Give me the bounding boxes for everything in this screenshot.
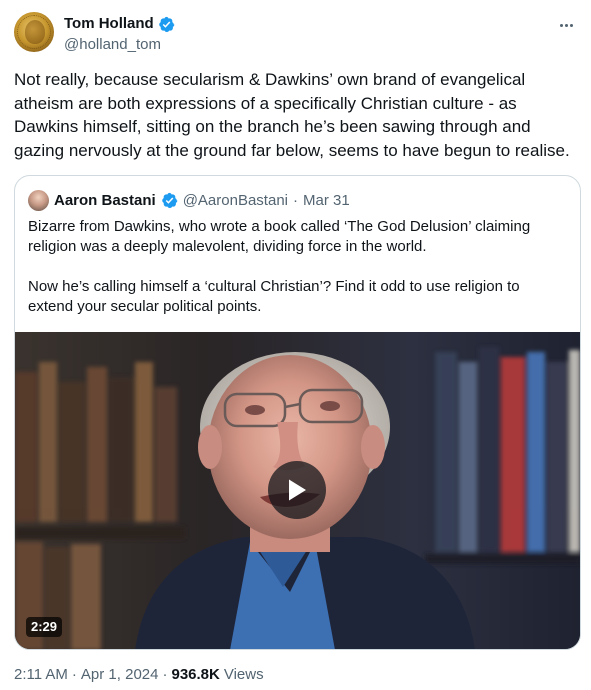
quoted-paragraph: Now he’s calling himself a ‘cultural Chr… — [28, 278, 520, 315]
verified-badge-icon — [158, 16, 175, 32]
author-name-row[interactable]: Tom Holland — [64, 14, 175, 34]
meta-separator: · — [162, 666, 168, 683]
tweet-meta: 2:11 AM · Apr 1, 2024 · 936.8K Views — [14, 665, 264, 685]
video-duration-badge: 2:29 — [26, 617, 63, 637]
author-display-name[interactable]: Tom Holland — [64, 14, 154, 34]
quoted-tweet-text: Bizarre from Dawkins, who wrote a book c… — [28, 217, 568, 337]
tweet-header: Tom Holland @holland_tom — [14, 12, 577, 56]
coin-face — [25, 20, 45, 44]
quoted-author-handle: @AaronBastani — [182, 191, 288, 209]
views-label[interactable]: Views — [224, 665, 264, 685]
tweet-date[interactable]: Apr 1, 2024 — [81, 665, 159, 685]
quoted-tweet-header: Aaron Bastani @AaronBastani · Mar 31 — [28, 189, 350, 211]
quoted-verified-badge-icon — [161, 192, 178, 208]
video-player[interactable]: 2:29 — [15, 332, 580, 649]
author-name-block: Tom Holland @holland_tom — [64, 14, 175, 55]
more-options-icon[interactable] — [555, 16, 577, 34]
quoted-author-name: Aaron Bastani — [54, 191, 156, 209]
views-count[interactable]: 936.8K — [171, 665, 219, 685]
quoted-tweet[interactable]: Aaron Bastani @AaronBastani · Mar 31 Biz… — [14, 175, 581, 650]
play-icon — [289, 479, 306, 501]
quoted-date-separator: · — [293, 191, 298, 209]
tweet-text: Not really, because secularism & Dawkins… — [14, 70, 570, 160]
tweet: Tom Holland @holland_tom Not really, bec… — [0, 0, 591, 690]
quoted-author-avatar — [28, 189, 49, 211]
quoted-paragraph: Bizarre from Dawkins, who wrote a book c… — [28, 218, 531, 255]
quoted-date: Mar 31 — [303, 191, 350, 209]
meta-separator: · — [71, 666, 77, 683]
tweet-time[interactable]: 2:11 AM — [14, 665, 68, 685]
play-button[interactable] — [268, 461, 326, 519]
author-handle[interactable]: @holland_tom — [64, 35, 175, 55]
author-avatar[interactable] — [14, 12, 54, 52]
